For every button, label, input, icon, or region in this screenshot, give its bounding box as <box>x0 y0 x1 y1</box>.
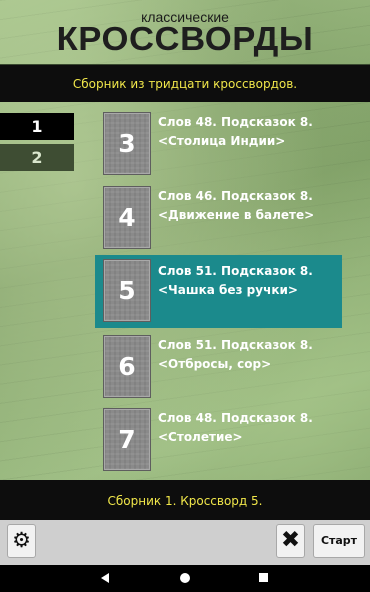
crossword-stats: Слов 48. Подсказок 8. <box>158 411 313 425</box>
header-title: КРОССВОРДЫ <box>56 20 314 57</box>
crossword-stats: Слов 46. Подсказок 8. <box>158 189 313 203</box>
selection-status-bar: Сборник 1. Кроссворд 5. <box>0 480 370 520</box>
settings-button[interactable]: ⚙ <box>7 524 36 558</box>
start-button[interactable]: Старт <box>313 524 365 558</box>
crossword-tile: 3 <box>103 112 151 175</box>
crossword-tile: 7 <box>103 408 151 471</box>
recent-apps-icon[interactable] <box>259 573 268 582</box>
back-icon[interactable] <box>101 573 109 583</box>
crossword-sample-clue: <Движение в балете> <box>158 208 315 222</box>
crossword-item-3[interactable]: 3 Слов 48. Подсказок 8. <Столица Индии> <box>95 110 342 183</box>
crossword-sample-clue: <Отбросы, сор> <box>158 357 272 371</box>
crossword-stats: Слов 51. Подсказок 8. <box>158 264 313 278</box>
system-navigation-bar <box>0 565 370 592</box>
crossword-item-6[interactable]: 6 Слов 51. Подсказок 8. <Отбросы, сор> <box>95 333 342 406</box>
crossword-tile: 5 <box>103 259 151 322</box>
crossword-tile: 4 <box>103 186 151 249</box>
crossword-sample-clue: <Столица Индии> <box>158 134 286 148</box>
crossword-item-5-selected[interactable]: 5 Слов 51. Подсказок 8. <Чашка без ручки… <box>95 255 342 328</box>
gear-icon: ⚙ <box>12 528 31 552</box>
crossword-stats: Слов 51. Подсказок 8. <box>158 338 313 352</box>
crossword-tile: 6 <box>103 335 151 398</box>
crossword-stats: Слов 48. Подсказок 8. <box>158 115 313 129</box>
collection-info-bar: Сборник из тридцати кроссвордов. <box>0 64 370 102</box>
page-2-button[interactable]: 2 <box>0 144 74 171</box>
crossword-sample-clue: <Столетие> <box>158 430 243 444</box>
home-icon[interactable] <box>180 573 190 583</box>
bottom-toolbar: ⚙ ✖ Старт <box>0 520 370 565</box>
close-icon: ✖ <box>280 527 301 553</box>
crossword-sample-clue: <Чашка без ручки> <box>158 283 298 297</box>
selection-status-text: Сборник 1. Кроссворд 5. <box>107 494 263 508</box>
close-button[interactable]: ✖ <box>276 524 305 558</box>
app-header: классические КРОССВОРДЫ <box>0 0 370 62</box>
crossword-item-4[interactable]: 4 Слов 46. Подсказок 8. <Движение в бале… <box>95 184 342 257</box>
page-selector: 1 2 <box>0 113 74 171</box>
crossword-item-7[interactable]: 7 Слов 48. Подсказок 8. <Столетие> <box>95 406 342 479</box>
collection-info-text: Сборник из тридцати кроссвордов. <box>72 77 298 91</box>
page-1-button[interactable]: 1 <box>0 113 74 140</box>
